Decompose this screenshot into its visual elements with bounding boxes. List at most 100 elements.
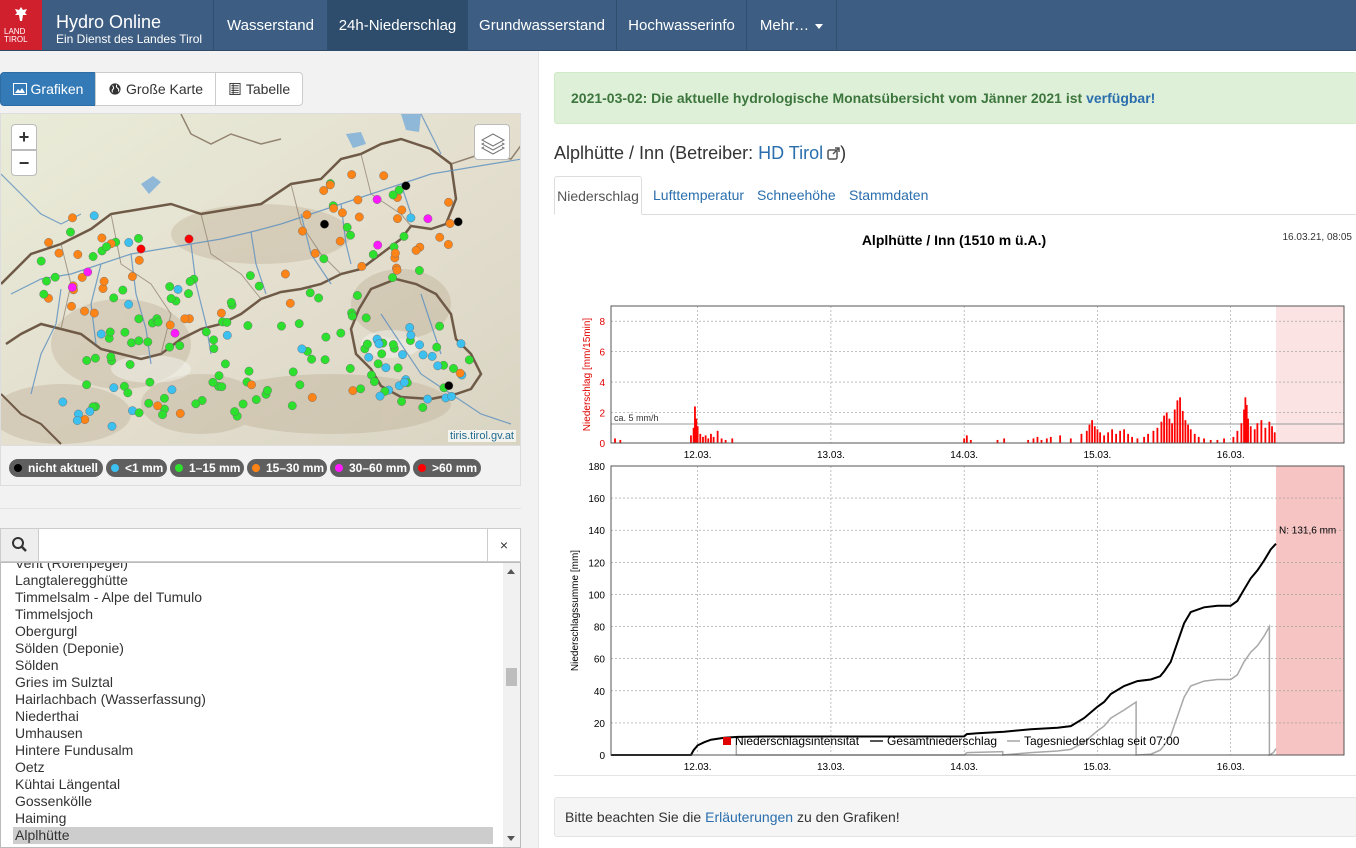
station-marker[interactable] [118, 285, 128, 295]
station-list-item[interactable]: Timmelsalm - Alpe del Tumulo [13, 589, 493, 606]
station-marker[interactable] [390, 248, 400, 258]
grosse-karte-button[interactable]: Große Karte [95, 72, 216, 106]
station-marker[interactable] [342, 222, 352, 232]
station-marker[interactable] [184, 234, 194, 244]
nav-wasserstand[interactable]: Wasserstand [213, 0, 327, 51]
station-marker[interactable] [310, 248, 320, 258]
station-marker[interactable] [319, 186, 329, 195]
station-marker[interactable] [123, 388, 133, 398]
station-marker[interactable] [109, 293, 119, 303]
station-marker[interactable] [68, 213, 77, 223]
station-marker[interactable] [127, 338, 136, 348]
station-marker[interactable] [80, 306, 89, 316]
station-marker[interactable] [88, 252, 98, 261]
station-marker[interactable] [388, 340, 398, 350]
station-marker[interactable] [238, 399, 248, 409]
station-marker[interactable] [406, 213, 416, 223]
station-marker[interactable] [298, 226, 307, 236]
station-list-item[interactable]: Alplhütte [13, 827, 493, 844]
station-marker[interactable] [379, 171, 389, 181]
station-marker[interactable] [288, 367, 298, 377]
station-marker[interactable] [222, 317, 232, 327]
station-marker[interactable] [58, 397, 68, 407]
station-marker[interactable] [173, 284, 183, 294]
station-marker[interactable] [447, 391, 456, 401]
station-marker[interactable] [392, 265, 402, 275]
station-marker[interactable] [220, 359, 230, 369]
station-marker[interactable] [393, 214, 402, 224]
station-marker[interactable] [54, 248, 64, 258]
station-marker[interactable] [243, 321, 253, 331]
station-marker[interactable] [433, 361, 443, 371]
station-marker[interactable] [245, 271, 255, 281]
scrollbar[interactable] [503, 563, 520, 847]
scroll-down-arrow-icon[interactable] [507, 836, 515, 841]
station-marker[interactable] [134, 314, 144, 324]
clear-search-button[interactable]: × [487, 529, 520, 561]
station-marker[interactable] [435, 321, 444, 331]
station-marker[interactable] [307, 354, 316, 364]
station-marker[interactable] [214, 371, 224, 381]
station-marker[interactable] [124, 238, 134, 247]
station-marker[interactable] [191, 399, 201, 409]
station-marker[interactable] [297, 344, 307, 354]
station-marker[interactable] [368, 250, 378, 259]
station-marker[interactable] [411, 245, 421, 255]
tab-niederschlag[interactable]: Niederschlag [554, 176, 642, 215]
station-marker[interactable] [352, 291, 362, 300]
station-marker[interactable] [397, 397, 406, 406]
station-marker[interactable] [72, 416, 82, 425]
station-marker[interactable] [42, 276, 51, 286]
station-marker[interactable] [453, 217, 463, 227]
station-marker[interactable] [166, 294, 176, 303]
station-marker[interactable] [105, 327, 115, 337]
zoom-in-button[interactable]: + [11, 124, 37, 150]
station-marker[interactable] [44, 238, 53, 247]
station-marker[interactable] [263, 385, 272, 395]
station-marker[interactable] [435, 232, 445, 242]
station-marker[interactable] [427, 351, 437, 361]
station-marker[interactable] [107, 421, 117, 431]
station-marker[interactable] [280, 269, 290, 279]
station-marker[interactable] [209, 335, 219, 345]
station-list-item[interactable]: Umhausen [13, 725, 493, 742]
station-marker[interactable] [165, 320, 175, 330]
station-marker[interactable] [356, 384, 365, 394]
station-marker[interactable] [96, 329, 106, 339]
station-marker[interactable] [444, 197, 453, 207]
station-marker[interactable] [444, 381, 454, 391]
station-marker[interactable] [165, 282, 175, 292]
nav-24h-niederschlag[interactable]: 24h-Niederschlag [327, 0, 467, 51]
explanations-link[interactable]: Erläuterungen [705, 809, 793, 825]
tab-stammdaten[interactable]: Stammdaten [849, 176, 928, 215]
station-marker[interactable] [73, 250, 83, 259]
station-marker[interactable] [449, 364, 458, 373]
station-marker[interactable] [136, 244, 146, 254]
station-marker[interactable] [99, 276, 109, 286]
station-marker[interactable] [175, 409, 185, 418]
station-list-item[interactable]: Sölden (Deponie) [13, 640, 493, 657]
station-list-item[interactable]: Langtaleregghütte [13, 572, 493, 589]
station-marker[interactable] [82, 380, 92, 390]
station-marker[interactable] [375, 391, 385, 401]
station-marker[interactable] [335, 236, 345, 246]
station-list-item[interactable]: Hintere Fundusalm [13, 742, 493, 759]
station-marker[interactable] [388, 273, 397, 283]
station-marker[interactable] [277, 321, 286, 331]
station-marker[interactable] [464, 355, 474, 365]
station-marker[interactable] [124, 299, 134, 309]
station-marker[interactable] [134, 408, 144, 418]
station-marker[interactable] [329, 203, 338, 213]
station-marker[interactable] [369, 377, 379, 386]
station-marker[interactable] [230, 407, 240, 416]
station-marker[interactable] [393, 363, 403, 373]
station-marker[interactable] [244, 366, 254, 376]
station-marker[interactable] [401, 181, 411, 191]
station-marker[interactable] [348, 386, 358, 395]
land-tirol-logo[interactable]: LAND TIROL [0, 0, 42, 50]
station-marker[interactable] [36, 256, 46, 266]
station-marker[interactable] [134, 255, 144, 265]
station-marker[interactable] [217, 382, 227, 392]
station-marker[interactable] [443, 240, 453, 249]
station-marker[interactable] [373, 240, 383, 250]
